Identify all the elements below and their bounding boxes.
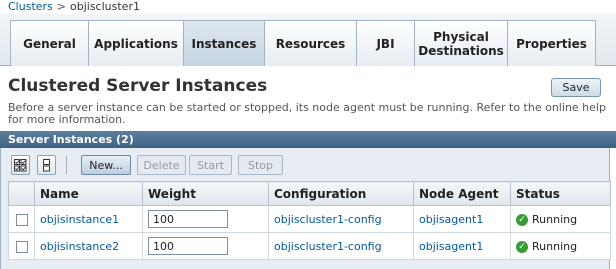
delete-button[interactable]: Delete [137, 155, 186, 175]
tab-label: Instances [191, 36, 257, 51]
header-name[interactable]: Name [34, 181, 143, 206]
breadcrumb-clusters-link[interactable]: Clusters [8, 0, 53, 13]
row-checkbox[interactable] [15, 240, 28, 253]
row-checkbox[interactable] [15, 213, 28, 226]
tab-label: General [23, 36, 76, 51]
tab-label: JBI [376, 36, 395, 51]
header-configuration[interactable]: Configuration [268, 181, 414, 206]
page-title: Clustered Server Instances [8, 76, 268, 96]
stop-button[interactable]: Stop [238, 155, 283, 175]
tab-label: Properties [516, 36, 587, 51]
running-status-icon: ✓ [516, 240, 528, 253]
configuration-link[interactable]: objiscluster1-config [268, 205, 414, 233]
instance-name-link[interactable]: objisinstance2 [34, 232, 143, 260]
tab-label: Resources [275, 36, 346, 51]
running-status-icon: ✓ [516, 213, 528, 226]
select-all-button[interactable] [11, 155, 30, 175]
configuration-link[interactable]: objiscluster1-config [268, 232, 414, 260]
tab-resources[interactable]: Resources [264, 20, 357, 66]
table-actions: New... Delete Start Stop [0, 154, 610, 178]
tab-bar: General Applications Instances Resources… [0, 14, 616, 66]
tab-instances[interactable]: Instances [183, 20, 265, 66]
instances-table: Name Weight Configuration Node Agent Sta… [8, 181, 611, 260]
breadcrumb: Clusters > objiscluster1 [8, 0, 140, 14]
tab-physical-destinations[interactable]: Physical Destinations [414, 20, 508, 66]
breadcrumb-separator: > [56, 0, 66, 13]
tabs: General Applications Instances Resources… [10, 20, 596, 66]
node-agent-link[interactable]: objisagent1 [413, 205, 511, 233]
tab-label: Physical Destinations [418, 29, 504, 58]
header-select [8, 181, 35, 206]
tab-properties[interactable]: Properties [507, 20, 596, 66]
header-node-agent[interactable]: Node Agent [413, 181, 511, 206]
status-text: Running [532, 212, 578, 226]
header-weight[interactable]: Weight [142, 181, 269, 206]
tab-jbi[interactable]: JBI [356, 20, 415, 66]
breadcrumb-current: objiscluster1 [70, 0, 140, 13]
tab-general[interactable]: General [10, 20, 89, 66]
save-button[interactable]: Save [551, 78, 601, 97]
status-cell: ✓ Running [510, 232, 611, 260]
status-text: Running [532, 239, 578, 253]
instance-name-link[interactable]: objisinstance1 [34, 205, 143, 233]
tab-label: Applications [94, 36, 178, 51]
table-title: Server Instances (2) [0, 131, 616, 148]
deselect-all-button[interactable] [37, 155, 56, 175]
deselect-all-icon [43, 158, 50, 171]
select-all-icon [14, 158, 27, 171]
table-row: objisinstance1 objiscluster1-config obji… [8, 205, 611, 233]
table-row: objisinstance2 objiscluster1-config obji… [8, 232, 611, 260]
header-status[interactable]: Status [510, 181, 611, 206]
weight-input[interactable] [148, 210, 228, 228]
table-header-row: Name Weight Configuration Node Agent Sta… [8, 181, 611, 206]
new-button[interactable]: New... [81, 155, 131, 175]
start-button[interactable]: Start [189, 155, 232, 175]
weight-input[interactable] [148, 237, 228, 255]
status-cell: ✓ Running [510, 205, 611, 233]
toolbar-divider [66, 156, 67, 174]
node-agent-link[interactable]: objisagent1 [413, 232, 511, 260]
tab-applications[interactable]: Applications [88, 20, 184, 66]
help-text: Before a server instance can be started … [8, 101, 606, 126]
